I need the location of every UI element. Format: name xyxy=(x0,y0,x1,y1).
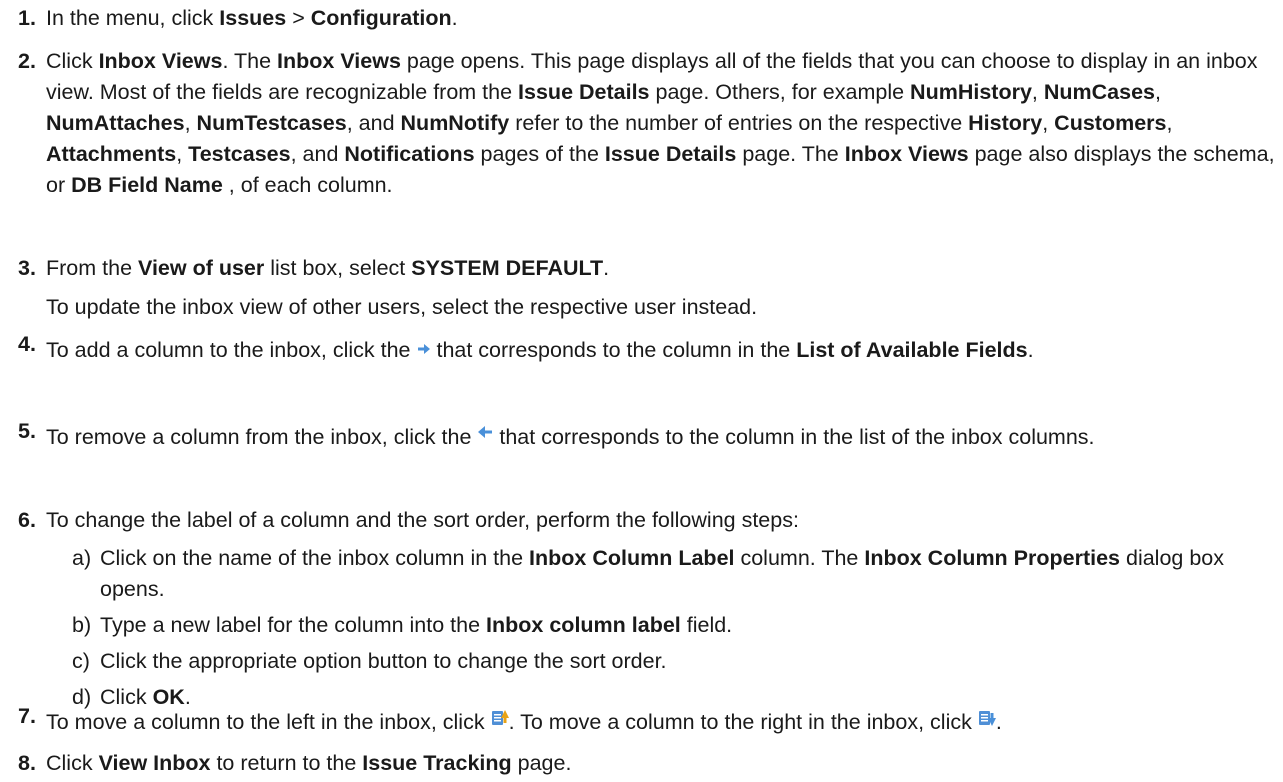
step-number: 1. xyxy=(18,6,36,30)
step-text: To add a column to the inbox, click the … xyxy=(46,335,1276,367)
step-text: In the menu, click Issues > Configuratio… xyxy=(46,6,458,30)
step-number: 8. xyxy=(18,751,36,775)
move-left-icon xyxy=(491,705,509,736)
arrow-left-icon xyxy=(477,417,493,448)
substep-c: c) Click the appropriate option button t… xyxy=(72,649,667,673)
step-number: 6. xyxy=(18,508,36,532)
step-text: Click Inbox Views. The Inbox Views page … xyxy=(46,49,1275,197)
procedure-steps: 1. In the menu, click Issues > Configura… xyxy=(0,0,1283,782)
step-note: To update the inbox view of other users,… xyxy=(46,295,758,319)
substep-a: a) Click on the name of the inbox column… xyxy=(72,546,1225,601)
step-text: From the View of user list box, select S… xyxy=(46,253,1276,323)
step-text: To move a column to the left in the inbo… xyxy=(46,707,1276,739)
step-number: 3. xyxy=(18,256,36,280)
step-text: To change the label of a column and the … xyxy=(46,505,1276,713)
move-right-icon xyxy=(978,705,996,736)
step-number: 4. xyxy=(18,332,36,356)
step-number: 7. xyxy=(18,704,36,728)
step-text: Click View Inbox to return to the Issue … xyxy=(46,751,572,775)
arrow-right-icon xyxy=(417,333,431,364)
step-text: To remove a column from the inbox, click… xyxy=(46,422,1276,454)
step-number: 2. xyxy=(18,49,36,73)
step-number: 5. xyxy=(18,419,36,443)
substep-b: b) Type a new label for the column into … xyxy=(72,613,733,637)
